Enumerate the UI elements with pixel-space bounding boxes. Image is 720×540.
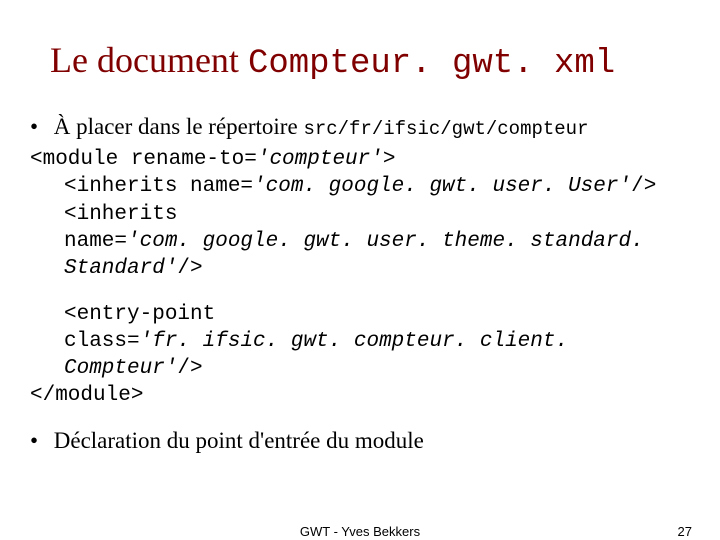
code-l3: <inherits (30, 201, 690, 228)
code-l5: <entry-point (30, 301, 690, 328)
slide: Le document Compteur. gwt. xml • À place… (0, 0, 720, 540)
code-l4c: /> (177, 257, 202, 280)
bullet-dot: • (30, 114, 48, 140)
slide-title: Le document Compteur. gwt. xml (50, 40, 690, 84)
bullet-1: • À placer dans le répertoire src/fr/ifs… (30, 114, 690, 140)
code-l7: </module> (30, 384, 143, 407)
code-l1b: 'compteur' (257, 148, 383, 171)
code-l2a: <inherits name= (64, 175, 253, 198)
page-number: 27 (678, 524, 692, 539)
code-l2b: 'com. google. gwt. user. User' (253, 175, 631, 198)
title-code: Compteur. gwt. xml (248, 45, 615, 83)
bullet-2: • Déclaration du point d'entrée du modul… (30, 428, 690, 454)
code-l4b: 'com. google. gwt. user. theme. standard… (64, 230, 656, 280)
footer-center: GWT - Yves Bekkers (0, 524, 720, 539)
code-l1c: > (383, 148, 396, 171)
code-l6b: 'fr. ifsic. gwt. compteur. client. Compt… (64, 330, 581, 380)
code-block-2: <entry-pointclass='fr. ifsic. gwt. compt… (30, 301, 690, 410)
code-l6a: class= (64, 330, 140, 353)
bullet-2-text: Déclaration du point d'entrée du module (54, 428, 424, 453)
code-l6c: /> (177, 357, 202, 380)
code-l1a: <module rename-to= (30, 148, 257, 171)
bullet-1-code: src/fr/ifsic/gwt/compteur (303, 118, 588, 140)
code-l4a: name= (64, 230, 127, 253)
code-block-1: <module rename-to='compteur'> <inherits … (30, 146, 690, 282)
bullet-dot-2: • (30, 428, 48, 454)
title-text: Le document (50, 40, 248, 80)
code-l2c: /> (631, 175, 656, 198)
bullet-1-text: À placer dans le répertoire (54, 114, 304, 139)
